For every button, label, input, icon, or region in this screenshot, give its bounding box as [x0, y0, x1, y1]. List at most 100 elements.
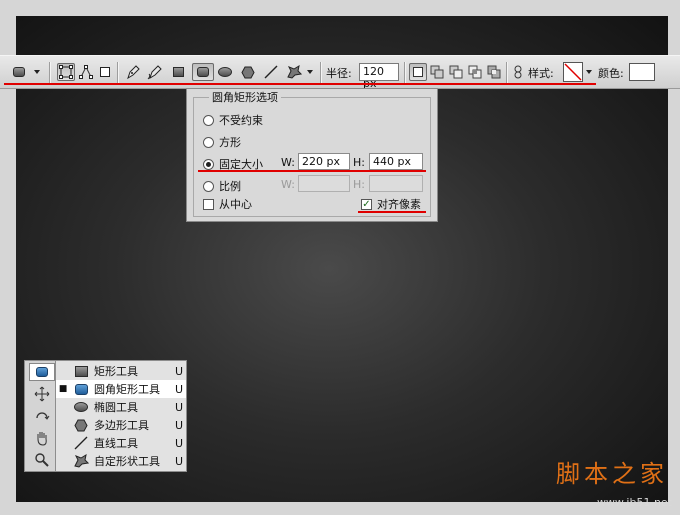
zoom-tool-slot[interactable]	[29, 451, 55, 469]
option-proportional[interactable]: 比例	[203, 178, 241, 194]
shortcut-key: U	[174, 454, 184, 468]
custom-shape-icon	[74, 454, 89, 468]
divider	[49, 62, 50, 84]
line-tool-button[interactable]	[262, 63, 280, 81]
ellipse-tool-button[interactable]	[216, 63, 234, 81]
height-label: H:	[353, 156, 365, 169]
color-swatch[interactable]	[629, 63, 655, 81]
subtract-mode-button[interactable]	[447, 63, 465, 81]
radius-label: 半径:	[326, 67, 352, 80]
rotate-view-slot[interactable]	[29, 407, 55, 425]
shape-layers-button[interactable]	[57, 63, 75, 81]
flyout-item-rounded-rectangle[interactable]: ■ 圆角矩形工具 U	[56, 380, 186, 398]
polygon-icon	[74, 419, 88, 431]
polygon-tool-button[interactable]	[239, 63, 257, 81]
watermark-logo: 脚本之家	[556, 460, 668, 488]
radio-proportional[interactable]	[203, 180, 214, 192]
radius-input[interactable]: 120 px	[359, 63, 399, 90]
polygon-icon	[241, 66, 255, 78]
custom-shape-tool-button[interactable]	[285, 63, 303, 81]
flyout-item-label: 圆角矩形工具	[94, 383, 160, 396]
rectangle-icon	[74, 365, 88, 377]
option-label: 不受约束	[219, 114, 263, 127]
line-icon	[74, 436, 88, 450]
freeform-pen-button[interactable]	[146, 63, 164, 81]
ellipse-icon	[218, 67, 232, 77]
option-square[interactable]: 方形	[203, 134, 241, 150]
panel-title: 圆角矩形选项	[209, 89, 281, 105]
divider	[117, 62, 118, 84]
rounded-rect-options-panel: 圆角矩形选项 不受约束 方形 固定大小 W: 220 px H: 440 px …	[186, 88, 438, 222]
tool-preset-picker[interactable]	[10, 63, 28, 81]
flyout-item-custom-shape[interactable]: 自定形状工具 U	[56, 452, 186, 470]
custom-shape-dropdown[interactable]	[307, 63, 313, 81]
option-label: 方形	[219, 136, 241, 149]
option-label: 对齐像素	[377, 198, 421, 211]
chevron-down-icon	[34, 70, 40, 74]
chevron-down-icon	[307, 70, 313, 74]
preset-dropdown-caret[interactable]	[34, 63, 40, 81]
rounded-rectangle-tool-button[interactable]	[192, 63, 214, 81]
checkbox-from-center[interactable]	[203, 198, 214, 210]
ratio-height-input	[369, 175, 423, 192]
ratio-height-label: H:	[353, 178, 365, 191]
divider	[404, 62, 405, 84]
subtract-icon	[449, 65, 463, 79]
flyout-item-label: 矩形工具	[94, 365, 138, 378]
style-label: 样式:	[528, 67, 554, 80]
combine-icon	[430, 65, 444, 79]
shortcut-key: U	[174, 364, 184, 378]
intersect-mode-button[interactable]	[466, 63, 484, 81]
hand-icon	[37, 432, 47, 446]
rounded-rectangle-icon	[74, 383, 88, 395]
move-tool-slot[interactable]	[29, 385, 55, 403]
toolbox	[24, 360, 58, 472]
radio-square[interactable]	[203, 136, 214, 148]
shortcut-key: U	[174, 436, 184, 450]
line-icon	[264, 65, 278, 79]
pen-tool-button[interactable]	[124, 63, 142, 81]
style-dropdown-caret[interactable]	[586, 63, 592, 81]
option-from-center[interactable]: 从中心	[203, 196, 252, 212]
paths-button[interactable]	[77, 63, 95, 81]
shortcut-key: U	[174, 418, 184, 432]
flyout-item-line[interactable]: 直线工具 U	[56, 434, 186, 452]
rectangle-tool-button[interactable]	[169, 63, 187, 81]
hand-tool-slot[interactable]	[29, 429, 55, 447]
flyout-item-rectangle[interactable]: 矩形工具 U	[56, 362, 186, 380]
flyout-item-ellipse[interactable]: 椭圆工具 U	[56, 398, 186, 416]
new-layer-mode-button[interactable]	[409, 63, 427, 81]
rectangle-icon	[172, 67, 184, 77]
fill-pixels-icon	[100, 67, 110, 77]
link-layer-button[interactable]	[512, 63, 524, 81]
option-unconstrained[interactable]: 不受约束	[203, 112, 263, 128]
style-picker[interactable]	[563, 62, 583, 82]
shape-layers-icon	[59, 65, 73, 79]
width-input[interactable]: 220 px	[298, 153, 350, 170]
option-label: 从中心	[219, 198, 252, 211]
radio-fixed-size[interactable]	[203, 158, 214, 170]
exclude-icon	[487, 65, 501, 79]
exclude-mode-button[interactable]	[485, 63, 503, 81]
radio-unconstrained[interactable]	[203, 114, 214, 126]
highlight-underline	[198, 170, 426, 172]
ratio-width-label: W:	[281, 178, 295, 191]
rounded-rectangle-icon	[36, 367, 48, 377]
checkbox-snap-to-pixels[interactable]: ✓	[361, 198, 372, 210]
rounded-rect-preset-icon	[13, 67, 25, 77]
chain-link-icon	[514, 65, 522, 79]
option-snap-to-pixels[interactable]: ✓ 对齐像素	[361, 196, 421, 212]
height-input[interactable]: 440 px	[369, 153, 423, 170]
divider	[506, 62, 507, 84]
combine-mode-button[interactable]	[428, 63, 446, 81]
move-icon	[34, 386, 50, 402]
flyout-item-polygon[interactable]: 多边形工具 U	[56, 416, 186, 434]
fill-pixels-button[interactable]	[96, 63, 114, 81]
ellipse-icon	[74, 402, 88, 412]
no-style-icon	[564, 63, 582, 81]
option-label: 比例	[219, 180, 241, 193]
ratio-width-input	[298, 175, 350, 192]
shape-tools-flyout: 矩形工具 U ■ 圆角矩形工具 U 椭圆工具 U 多边形工具 U 直线工具 U …	[55, 360, 187, 472]
shape-tool-slot[interactable]	[29, 363, 55, 381]
new-layer-icon	[413, 67, 423, 77]
